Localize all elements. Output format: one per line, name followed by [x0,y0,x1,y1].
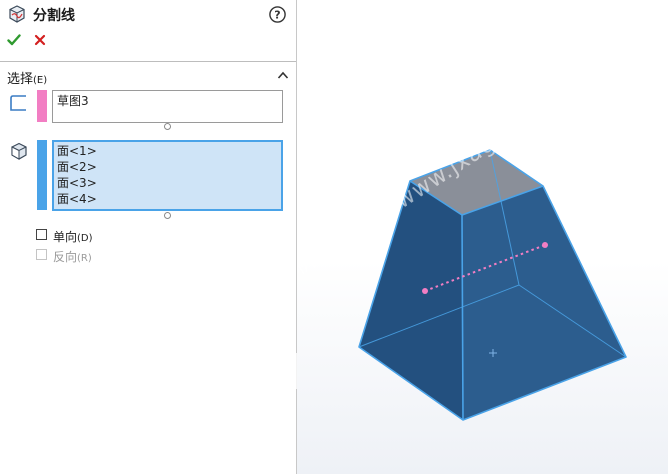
sketch-box-resize-handle[interactable] [164,123,171,130]
split-line-endpoint [422,288,428,294]
chevron-up-icon[interactable] [277,70,289,80]
single-direction-label: 单向(D) [53,230,93,244]
faces-selection-box[interactable]: 面<1> 面<2> 面<3> 面<4> [52,140,283,211]
reverse-direction-label: 反向(R) [53,250,92,264]
model-face-front [462,186,626,420]
split-line-icon [9,5,25,23]
feature-title: 分割线 [33,8,75,24]
split-line-endpoint [542,242,548,248]
help-icon[interactable]: ? [269,6,286,23]
svg-text:?: ? [274,9,280,22]
section-divider [0,61,296,62]
model-view [358,149,627,421]
single-direction-checkbox[interactable] [36,229,47,240]
faces-box-resize-handle[interactable] [164,212,171,219]
list-item[interactable]: 面<3> [57,175,278,191]
sketch-selection-box[interactable]: 草图3 [52,90,283,123]
sketch-icon [10,95,26,111]
feature-title-bar: 分割线 ? [0,0,297,28]
list-item[interactable]: 面<4> [57,191,278,207]
selections-section-header[interactable]: 选择(E) [0,66,296,87]
selections-section-title: 选择(E) [7,72,48,87]
sketch-color-swatch [37,90,47,122]
list-item[interactable]: 面<1> [57,143,278,159]
list-item[interactable]: 草图3 [57,93,278,109]
faces-color-swatch [37,140,47,210]
graphics-viewport[interactable]: 机械制图网 www.jxage.com [297,0,668,474]
reverse-direction-checkbox [36,249,47,260]
list-item[interactable]: 面<2> [57,159,278,175]
face-cube-icon [11,142,27,160]
property-manager-panel: 分割线 ? 选择(E) 草图3 面<1> 面<2> 面<3> 面<4> 单向(D… [0,0,297,474]
ok-button[interactable] [7,33,21,47]
cancel-button[interactable] [34,34,46,46]
